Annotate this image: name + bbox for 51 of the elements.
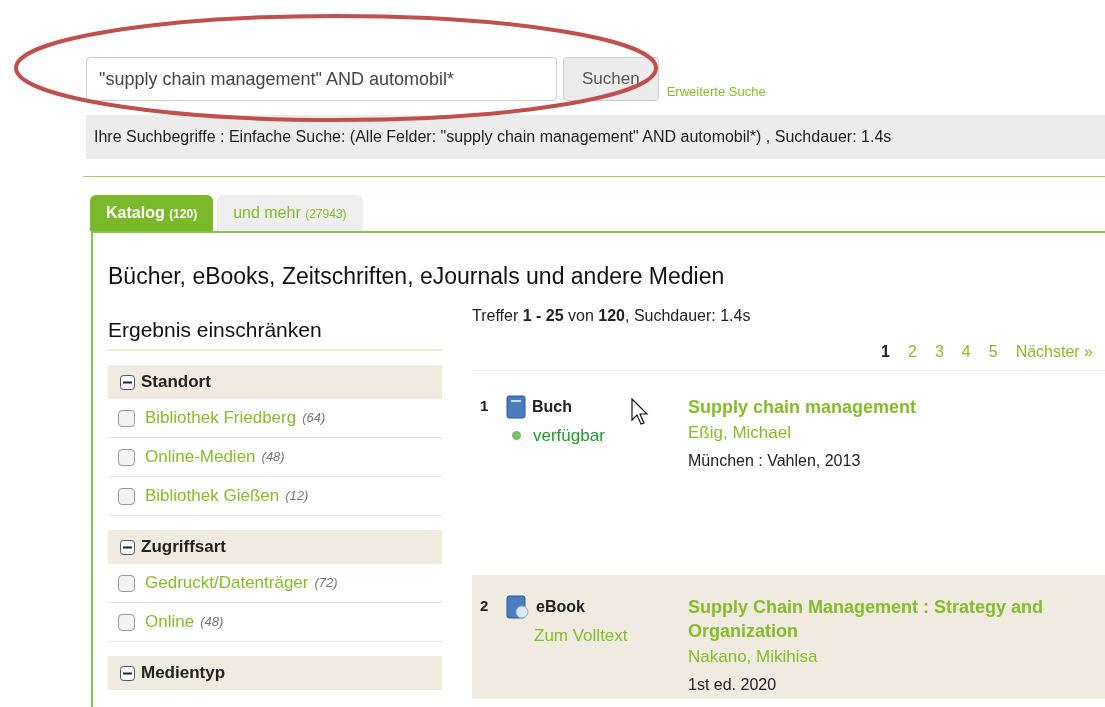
pagination-link[interactable]: 5 <box>988 339 998 364</box>
facet-checkbox[interactable] <box>118 487 135 505</box>
facet-count: (64) <box>302 409 326 428</box>
search-button[interactable]: Suchen <box>563 57 659 101</box>
facet-group-header[interactable]: Medientyp <box>108 656 442 690</box>
facet-checkbox[interactable] <box>118 448 135 466</box>
facets-title: Ergebnis einschränken <box>108 303 442 351</box>
tab[interactable]: Katalog (120) <box>90 195 214 231</box>
pagination-link[interactable]: 2 <box>908 339 917 364</box>
facet-group-header[interactable]: Zugriffsart <box>108 530 442 564</box>
pagination-link[interactable]: 1 <box>881 339 890 364</box>
facet-checkbox[interactable] <box>118 574 135 592</box>
facet-checkbox[interactable] <box>118 613 135 631</box>
collapse-icon <box>120 539 135 555</box>
results-summary: Treffer 1 - 25 von 120, Suchdauer: 1.4s <box>472 305 752 326</box>
pagination-link[interactable]: 4 <box>961 339 971 364</box>
advanced-search-link[interactable]: Erweiterte Suche <box>666 81 766 101</box>
facet-count: (48) <box>200 613 224 632</box>
result-number: 1 <box>480 396 490 417</box>
publication-info: München : Vahlen, 2013 <box>688 451 862 471</box>
result-number: 2 <box>480 596 490 617</box>
book-icon <box>506 394 526 419</box>
facet-count: (72) <box>314 574 338 593</box>
facet-link[interactable]: Bibliothek Friedberg <box>145 405 297 431</box>
search-field[interactable]: "supply chain management" AND automobil* <box>86 57 557 101</box>
author-link[interactable]: Nakano, Mikihisa <box>688 643 1078 669</box>
media-type: eBook <box>536 596 585 617</box>
pagination-link[interactable]: Nächster » <box>1015 339 1093 364</box>
cursor-icon <box>631 398 650 426</box>
facet-link[interactable]: Bibliothek Gießen <box>145 483 280 509</box>
full-text-link[interactable]: Zum Volltext <box>534 625 628 645</box>
availability-status[interactable]: verfügbar <box>533 422 605 448</box>
pagination-link[interactable]: 3 <box>934 339 944 364</box>
collapse-icon <box>120 374 135 390</box>
facet-group-header[interactable]: Standort <box>108 365 442 399</box>
result-title[interactable]: Supply Chain Management : Strategy and Organization <box>688 594 1078 643</box>
facet-count: (48) <box>261 448 285 467</box>
facet-count: (12) <box>285 487 309 506</box>
collapse-icon <box>120 665 135 681</box>
result-title[interactable]: Supply chain management <box>688 394 1078 419</box>
media-type: Buch <box>532 396 572 417</box>
facet-link[interactable]: Gedruckt/Datenträger <box>145 570 309 596</box>
ebook-icon <box>506 594 530 619</box>
tab[interactable]: und mehr (27943) <box>217 195 363 231</box>
search-info-bar: Ihre Suchbegriffe : Einfache Suche: (Alle Felder: "supply chain management" AND automobil*) , Suchdauer: 1.4s <box>86 115 1105 159</box>
facet-checkbox[interactable] <box>118 409 135 427</box>
facet-link[interactable]: Online <box>145 609 195 635</box>
facet-link[interactable]: Online-Medien <box>145 444 256 470</box>
author-link[interactable]: Eßig, Michael <box>688 419 1078 445</box>
publication-info: 1st ed. 2020 <box>688 675 778 695</box>
page-heading: Bücher, eBooks, Zeitschriften, eJournals und andere Medien <box>108 262 726 291</box>
